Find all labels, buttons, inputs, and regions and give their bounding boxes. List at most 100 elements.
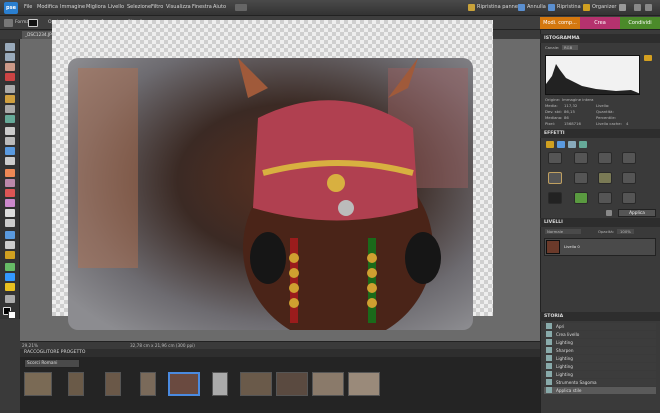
menu-livello[interactable]: Livello bbox=[108, 4, 124, 10]
history-item[interactable]: Strumento Sagoma bbox=[544, 379, 656, 386]
redo-button[interactable]: Ripristina bbox=[557, 4, 581, 10]
effects-photo-icon[interactable] bbox=[568, 141, 576, 148]
bin-thumb-4[interactable] bbox=[140, 372, 156, 396]
menu-visualizza[interactable]: Visualizza bbox=[166, 4, 191, 10]
mode-create-tab[interactable]: Crea bbox=[580, 17, 620, 29]
effect-swatch-2[interactable] bbox=[574, 152, 588, 164]
project-bin-select[interactable]: Scorci Romani bbox=[24, 359, 80, 368]
bin-thumb-3[interactable] bbox=[105, 372, 121, 396]
effect-swatch-4[interactable] bbox=[622, 152, 636, 164]
history-item-active[interactable]: Applica stile bbox=[544, 387, 656, 394]
home-icon[interactable] bbox=[619, 4, 626, 11]
bin-thumb-7[interactable] bbox=[240, 372, 272, 396]
history-panel-title[interactable]: STORIA bbox=[540, 312, 660, 321]
apply-button[interactable]: Applica bbox=[618, 209, 656, 217]
effect-swatch-11[interactable] bbox=[598, 192, 612, 204]
effects-filters-icon[interactable] bbox=[546, 141, 554, 148]
zoom-tool-icon[interactable] bbox=[5, 53, 15, 61]
mode-share-tab[interactable]: Condividi bbox=[620, 17, 660, 29]
mode-edit-tab[interactable]: Modi. comp... bbox=[540, 17, 580, 29]
effect-swatch-5[interactable] bbox=[548, 172, 562, 184]
bin-thumb-10[interactable] bbox=[348, 372, 380, 396]
effect-swatch-8[interactable] bbox=[622, 172, 636, 184]
minimize-icon[interactable] bbox=[634, 4, 641, 11]
opacity-value[interactable]: 100% bbox=[617, 229, 634, 234]
menu-immagine[interactable]: Immagine bbox=[60, 4, 85, 10]
history-item[interactable]: Lighting bbox=[544, 355, 656, 362]
paint-bucket-tool-icon[interactable] bbox=[5, 231, 15, 239]
menu-finestra[interactable]: Finestra bbox=[192, 4, 212, 10]
hand-tool-icon[interactable] bbox=[5, 63, 15, 71]
layers-panel-title[interactable]: LIVELLI bbox=[540, 218, 660, 227]
workspace-icon[interactable] bbox=[235, 4, 247, 11]
menu-migliora[interactable]: Migliora bbox=[86, 4, 106, 10]
move-tool-icon[interactable] bbox=[5, 43, 15, 51]
marquee-tool-icon[interactable] bbox=[5, 85, 15, 93]
warning-icon[interactable] bbox=[644, 55, 652, 61]
effects-panel-title[interactable]: EFFETTI bbox=[540, 129, 660, 138]
sponge-tool-icon[interactable] bbox=[5, 273, 15, 281]
history-item[interactable]: Sharpen bbox=[544, 347, 656, 354]
shape-picker[interactable] bbox=[28, 19, 38, 27]
straighten-tool-icon[interactable] bbox=[5, 157, 15, 165]
eraser-tool-icon[interactable] bbox=[5, 199, 15, 207]
undo-button[interactable]: Annulla bbox=[527, 4, 546, 10]
history-item[interactable]: Lighting bbox=[544, 371, 656, 378]
menu-selezione[interactable]: Selezione bbox=[127, 4, 151, 10]
effect-swatch-10[interactable] bbox=[574, 192, 588, 204]
history-item[interactable]: Crea livello bbox=[544, 331, 656, 338]
brush-tool-icon[interactable] bbox=[5, 189, 15, 197]
clone-stamp-tool-icon[interactable] bbox=[5, 295, 15, 303]
history-item[interactable]: Lighting bbox=[544, 363, 656, 370]
trash-icon[interactable] bbox=[606, 210, 612, 216]
bin-thumb-9[interactable] bbox=[312, 372, 344, 396]
zoom-level[interactable]: 29,21% bbox=[22, 343, 38, 348]
effect-swatch-6[interactable] bbox=[574, 172, 588, 184]
menu-modifica[interactable]: Modifica bbox=[37, 4, 58, 10]
magic-wand-tool-icon[interactable] bbox=[5, 105, 15, 113]
organizer-button[interactable]: Organizer bbox=[592, 4, 616, 10]
gradient-tool-icon[interactable] bbox=[5, 241, 15, 249]
dodge-tool-icon[interactable] bbox=[5, 283, 15, 291]
quick-selection-tool-icon[interactable] bbox=[5, 115, 15, 123]
blend-mode-select[interactable]: Normale bbox=[545, 229, 582, 234]
histogram-origin-value[interactable]: Immagine intera bbox=[562, 97, 593, 102]
history-item[interactable]: Apri bbox=[544, 323, 656, 330]
bin-thumb-6[interactable] bbox=[212, 372, 228, 396]
history-item[interactable]: Lighting bbox=[544, 339, 656, 346]
image-horse-photo[interactable] bbox=[68, 58, 473, 330]
smudge-tool-icon[interactable] bbox=[5, 219, 15, 227]
blur-tool-icon[interactable] bbox=[5, 263, 15, 271]
effect-swatch-1[interactable] bbox=[548, 152, 562, 164]
menu-filtro[interactable]: Filtro bbox=[151, 4, 163, 10]
effects-all-icon[interactable] bbox=[579, 141, 587, 148]
effect-swatch-12[interactable] bbox=[622, 192, 636, 204]
bin-thumb-2[interactable] bbox=[68, 372, 84, 396]
effect-swatch-7[interactable] bbox=[598, 172, 612, 184]
reset-panels-button[interactable]: Ripristina pannelli bbox=[477, 4, 522, 10]
layer-name[interactable]: Livello 0 bbox=[564, 244, 580, 249]
effect-swatch-9[interactable] bbox=[548, 192, 562, 204]
bin-thumb-8[interactable] bbox=[276, 372, 308, 396]
histogram-panel-title[interactable]: ISTOGRAMMA bbox=[540, 34, 660, 43]
maximize-icon[interactable] bbox=[645, 4, 652, 11]
background-color-swatch[interactable] bbox=[8, 311, 16, 319]
history-step-icon bbox=[546, 339, 552, 345]
menu-aiuto[interactable]: Aiuto bbox=[213, 4, 226, 10]
histogram-channel-select[interactable]: RGB bbox=[562, 45, 579, 50]
cookie-cutter-tool-icon[interactable] bbox=[5, 147, 15, 155]
layer-row[interactable] bbox=[544, 238, 656, 256]
bin-thumb-5-selected[interactable] bbox=[168, 372, 200, 396]
pencil-tool-icon[interactable] bbox=[5, 209, 15, 217]
eyedropper-tool-icon[interactable] bbox=[5, 73, 15, 81]
menu-file[interactable]: File bbox=[24, 4, 32, 10]
type-tool-icon[interactable] bbox=[5, 127, 15, 135]
effects-styles-icon[interactable] bbox=[557, 141, 565, 148]
lasso-tool-icon[interactable] bbox=[5, 95, 15, 103]
shape-tool-icon[interactable] bbox=[5, 251, 15, 259]
crop-tool-icon[interactable] bbox=[5, 137, 15, 145]
effect-swatch-3[interactable] bbox=[598, 152, 612, 164]
bin-thumb-1[interactable] bbox=[24, 372, 52, 396]
red-eye-tool-icon[interactable] bbox=[5, 169, 15, 177]
healing-tool-icon[interactable] bbox=[5, 179, 15, 187]
